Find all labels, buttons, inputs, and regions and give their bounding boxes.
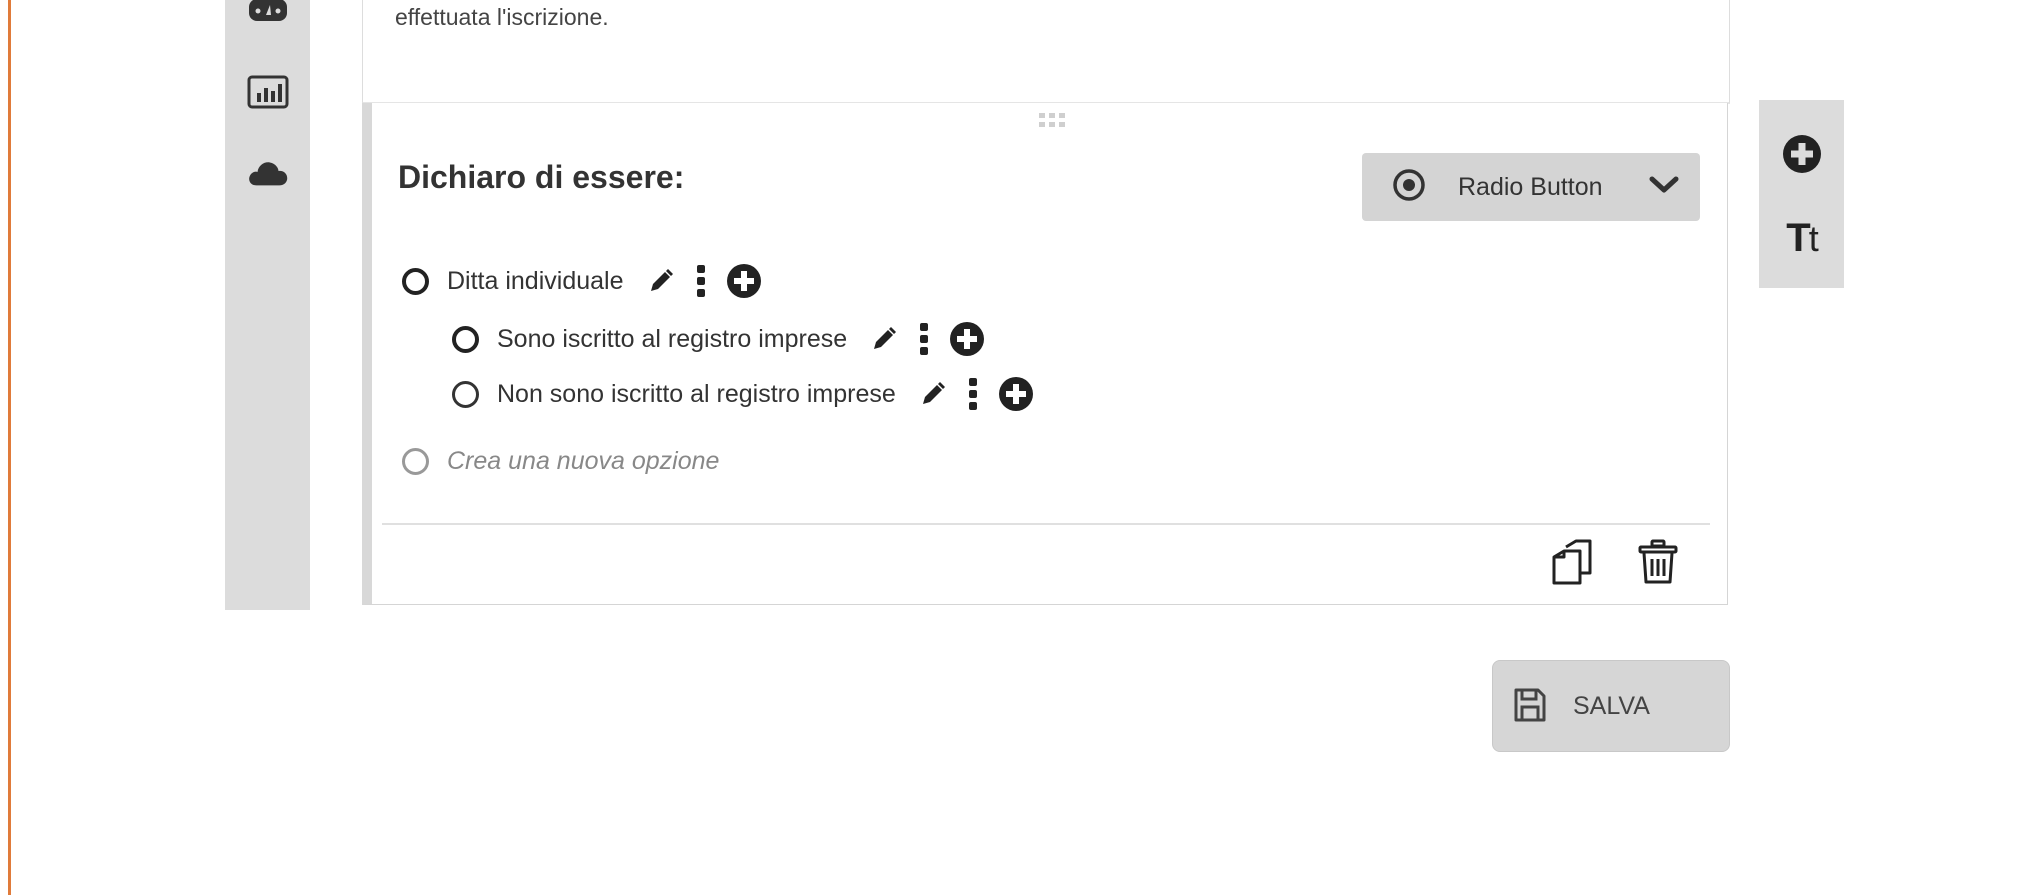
new-option-row[interactable]: Crea una nuova opzione	[402, 447, 719, 476]
floppy-disk-icon	[1513, 687, 1547, 726]
more-vertical-icon[interactable]	[968, 377, 978, 411]
option-label[interactable]: Non sono iscritto al registro imprese	[497, 380, 896, 409]
drag-handle-icon[interactable]	[1038, 111, 1068, 136]
question-type-dropdown[interactable]: Radio Button	[1362, 153, 1700, 221]
option-row: Sono iscritto al registro imprese	[452, 321, 985, 357]
option-row: Ditta individuale	[402, 263, 762, 299]
option-label[interactable]: Ditta individuale	[447, 267, 624, 296]
trash-icon[interactable]	[1638, 539, 1678, 590]
question-card[interactable]: Dichiaro di essere: Radio Button Ditta i…	[362, 103, 1728, 605]
option-label[interactable]: Sono iscritto al registro imprese	[497, 325, 847, 354]
save-button-label: SALVA	[1573, 691, 1650, 720]
chevron-down-icon	[1648, 175, 1680, 200]
page-accent-border	[8, 0, 11, 895]
previous-question-text: effettuata l'iscrizione.	[395, 4, 609, 30]
more-vertical-icon[interactable]	[696, 264, 706, 298]
left-toolbar	[225, 0, 310, 610]
previous-question-card: effettuata l'iscrizione.	[362, 0, 1730, 104]
gauge-icon[interactable]	[247, 0, 289, 34]
option-radio[interactable]	[452, 380, 479, 408]
add-question-icon[interactable]	[1759, 134, 1844, 174]
bar-chart-icon[interactable]	[247, 72, 289, 112]
option-row: Non sono iscritto al registro imprese	[452, 376, 1034, 412]
right-toolbar: Tt	[1759, 100, 1844, 288]
text-tool-icon[interactable]: Tt	[1759, 216, 1844, 261]
option-radio	[402, 448, 429, 475]
add-suboption-icon[interactable]	[949, 321, 985, 357]
pencil-icon[interactable]	[920, 381, 946, 407]
add-suboption-icon[interactable]	[998, 376, 1034, 412]
card-divider	[382, 523, 1710, 525]
new-option-placeholder[interactable]: Crea una nuova opzione	[447, 447, 719, 476]
question-type-label: Radio Button	[1458, 172, 1603, 201]
pencil-icon[interactable]	[648, 268, 674, 294]
duplicate-icon[interactable]	[1550, 539, 1598, 590]
more-vertical-icon[interactable]	[919, 322, 929, 356]
option-radio[interactable]	[452, 325, 479, 353]
add-suboption-icon[interactable]	[726, 263, 762, 299]
question-title[interactable]: Dichiaro di essere:	[398, 159, 684, 196]
pencil-icon[interactable]	[871, 326, 897, 352]
cloud-icon[interactable]	[247, 152, 289, 192]
save-button[interactable]: SALVA	[1492, 660, 1730, 752]
radio-target-icon	[1392, 168, 1426, 207]
option-radio[interactable]	[402, 267, 429, 295]
